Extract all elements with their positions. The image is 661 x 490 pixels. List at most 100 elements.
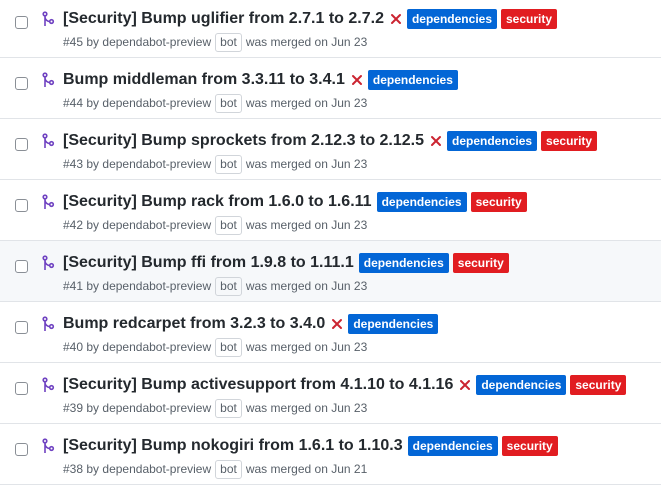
pr-status-text: was merged on Jun 23 <box>245 35 368 49</box>
label-dependencies[interactable]: dependencies <box>407 436 498 456</box>
pr-title-link[interactable]: Bump middleman from 3.3.11 to 3.4.1 <box>63 71 345 89</box>
pr-title-line: Bump middleman from 3.3.11 to 3.4.1 depe… <box>63 69 458 91</box>
select-checkbox[interactable] <box>15 199 28 212</box>
git-merge-icon <box>42 194 55 209</box>
label-security[interactable]: security <box>541 131 598 151</box>
pr-title-link[interactable]: [Security] Bump nokogiri from 1.6.1 to 1… <box>63 437 403 455</box>
pr-number: #43 <box>63 157 84 171</box>
pr-status-text: was merged on Jun 23 <box>245 157 368 171</box>
git-merge-icon <box>42 133 55 148</box>
pr-author-link[interactable]: dependabot-preview <box>102 157 211 171</box>
git-merge-icon <box>42 72 55 87</box>
git-merge-icon <box>42 11 55 26</box>
pr-row[interactable]: Bump redcarpet from 3.2.3 to 3.4.0 depen… <box>0 302 661 363</box>
pr-meta: #38 by dependabot-preview bot was merged… <box>63 459 367 479</box>
pr-author-link[interactable]: dependabot-preview <box>102 35 211 49</box>
pr-row[interactable]: [Security] Bump uglifier from 2.7.1 to 2… <box>0 0 661 58</box>
label-dependencies[interactable]: dependencies <box>447 131 538 151</box>
pr-title-line: Bump redcarpet from 3.2.3 to 3.4.0 depen… <box>63 313 439 335</box>
bot-badge: bot <box>215 276 242 296</box>
label-security[interactable]: security <box>452 253 509 273</box>
pr-title-link[interactable]: [Security] Bump ffi from 1.9.8 to 1.11.1 <box>63 254 354 272</box>
bot-badge: bot <box>215 398 242 418</box>
pr-title-line: [Security] Bump ffi from 1.9.8 to 1.11.1… <box>63 252 509 274</box>
label-security[interactable]: security <box>570 375 627 395</box>
pr-by-text: by <box>86 157 100 171</box>
pr-row[interactable]: Bump middleman from 3.3.11 to 3.4.1 depe… <box>0 58 661 119</box>
pr-meta: #40 by dependabot-preview bot was merged… <box>63 337 367 357</box>
ci-failed-x-icon[interactable] <box>458 378 472 392</box>
pr-row[interactable]: [Security] Bump sprockets from 2.12.3 to… <box>0 119 661 180</box>
pr-title-line: [Security] Bump sprockets from 2.12.3 to… <box>63 130 598 152</box>
label-dependencies[interactable]: dependencies <box>367 70 458 90</box>
pr-status-text: was merged on Jun 23 <box>245 279 368 293</box>
pr-author-link[interactable]: dependabot-preview <box>102 279 211 293</box>
pr-meta: #41 by dependabot-preview bot was merged… <box>63 276 367 296</box>
select-checkbox[interactable] <box>15 77 28 90</box>
pr-title-line: [Security] Bump activesupport from 4.1.1… <box>63 374 627 396</box>
ci-failed-x-icon[interactable] <box>330 317 344 331</box>
pr-author-link[interactable]: dependabot-preview <box>102 462 211 476</box>
pr-title-link[interactable]: [Security] Bump rack from 1.6.0 to 1.6.1… <box>63 193 372 211</box>
pr-number: #42 <box>63 218 84 232</box>
label-security[interactable]: security <box>501 436 558 456</box>
label-dependencies[interactable]: dependencies <box>476 375 567 395</box>
git-merge-icon <box>42 438 55 453</box>
git-merge-icon <box>42 316 55 331</box>
pr-title-line: [Security] Bump nokogiri from 1.6.1 to 1… <box>63 435 558 457</box>
pr-title-link[interactable]: Bump redcarpet from 3.2.3 to 3.4.0 <box>63 315 325 333</box>
select-checkbox[interactable] <box>15 138 28 151</box>
pull-request-list: [Security] Bump uglifier from 2.7.1 to 2… <box>0 0 661 490</box>
bot-badge: bot <box>215 459 242 479</box>
select-checkbox[interactable] <box>15 443 28 456</box>
pr-by-text: by <box>86 279 100 293</box>
pr-title-link[interactable]: [Security] Bump activesupport from 4.1.1… <box>63 376 453 394</box>
pr-by-text: by <box>86 462 100 476</box>
pr-row[interactable]: [Security] Bump activesupport from 4.1.1… <box>0 363 661 424</box>
pr-title-line: [Security] Bump rack from 1.6.0 to 1.6.1… <box>63 191 527 213</box>
label-security[interactable]: security <box>470 192 527 212</box>
pr-author-link[interactable]: dependabot-preview <box>102 401 211 415</box>
pr-row[interactable]: [Security] Bump ffi from 1.9.8 to 1.11.1… <box>0 241 661 302</box>
pr-number: #41 <box>63 279 84 293</box>
pr-status-text: was merged on Jun 23 <box>245 218 368 232</box>
label-dependencies[interactable]: dependencies <box>376 192 467 212</box>
label-dependencies[interactable]: dependencies <box>406 9 497 29</box>
pr-number: #44 <box>63 96 84 110</box>
pr-number: #39 <box>63 401 84 415</box>
pr-meta: #39 by dependabot-preview bot was merged… <box>63 398 367 418</box>
bot-badge: bot <box>215 215 242 235</box>
git-merge-icon <box>42 255 55 270</box>
pr-number: #38 <box>63 462 84 476</box>
pr-by-text: by <box>86 218 100 232</box>
ci-failed-x-icon[interactable] <box>429 134 443 148</box>
pr-row[interactable]: [Security] Bump nokogiri from 1.6.1 to 1… <box>0 424 661 485</box>
pr-author-link[interactable]: dependabot-preview <box>102 340 211 354</box>
pr-title-link[interactable]: [Security] Bump uglifier from 2.7.1 to 2… <box>63 10 384 28</box>
select-checkbox[interactable] <box>15 16 28 29</box>
pr-by-text: by <box>86 96 100 110</box>
select-checkbox[interactable] <box>15 260 28 273</box>
pr-row[interactable]: [Security] Bump rack from 1.6.0 to 1.6.1… <box>0 180 661 241</box>
pr-by-text: by <box>86 401 100 415</box>
pr-title-line: [Security] Bump uglifier from 2.7.1 to 2… <box>63 8 558 30</box>
pr-status-text: was merged on Jun 21 <box>245 462 368 476</box>
label-dependencies[interactable]: dependencies <box>348 314 439 334</box>
pr-author-link[interactable]: dependabot-preview <box>102 96 211 110</box>
ci-failed-x-icon[interactable] <box>350 73 364 87</box>
select-checkbox[interactable] <box>15 321 28 334</box>
pr-meta: #44 by dependabot-preview bot was merged… <box>63 93 367 113</box>
git-merge-icon <box>42 377 55 392</box>
pr-number: #40 <box>63 340 84 354</box>
bot-badge: bot <box>215 93 242 113</box>
select-checkbox[interactable] <box>15 382 28 395</box>
label-security[interactable]: security <box>501 9 558 29</box>
bot-badge: bot <box>215 154 242 174</box>
pr-author-link[interactable]: dependabot-preview <box>102 218 211 232</box>
pr-title-link[interactable]: [Security] Bump sprockets from 2.12.3 to… <box>63 132 424 150</box>
ci-failed-x-icon[interactable] <box>389 12 403 26</box>
pr-by-text: by <box>86 35 100 49</box>
pr-by-text: by <box>86 340 100 354</box>
label-dependencies[interactable]: dependencies <box>358 253 449 273</box>
pr-number: #45 <box>63 35 84 49</box>
